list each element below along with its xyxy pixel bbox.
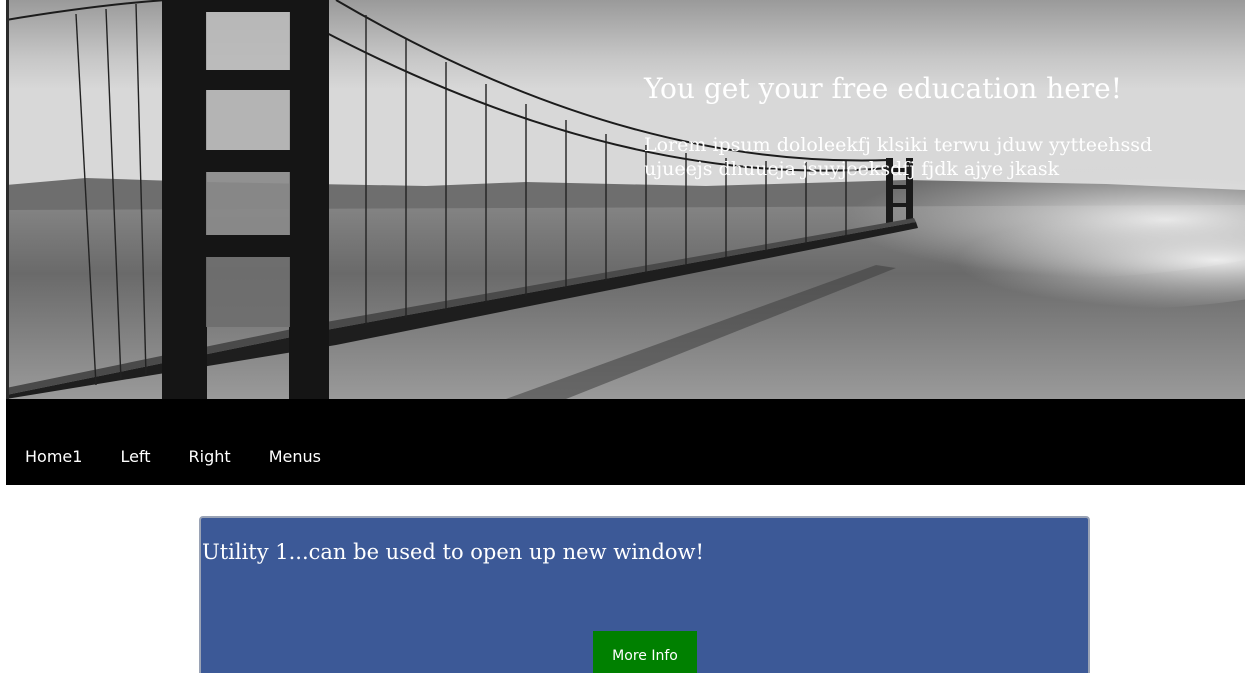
hero-banner: You get your free education here! Lorem … xyxy=(6,0,1245,399)
nav-menu: Home1 Left Right Menus xyxy=(6,447,340,466)
hero-title: You get your free education here! xyxy=(644,72,1122,105)
utility-title: Utility 1...can be used to open up new w… xyxy=(202,540,704,564)
nav-item-home1[interactable]: Home1 xyxy=(6,447,101,466)
page: You get your free education here! Lorem … xyxy=(0,0,1245,673)
bridge-photo xyxy=(6,0,1245,399)
utility-card: Utility 1...can be used to open up new w… xyxy=(199,516,1090,673)
nav-item-left[interactable]: Left xyxy=(101,447,169,466)
main-navbar: Home1 Left Right Menus xyxy=(6,399,1245,485)
nav-item-right[interactable]: Right xyxy=(170,447,250,466)
nav-item-menus[interactable]: Menus xyxy=(250,447,340,466)
hero-text: Lorem ipsum dololeekfj klsiki terwu jduw… xyxy=(644,134,1153,180)
more-info-button[interactable]: More Info xyxy=(593,631,697,673)
